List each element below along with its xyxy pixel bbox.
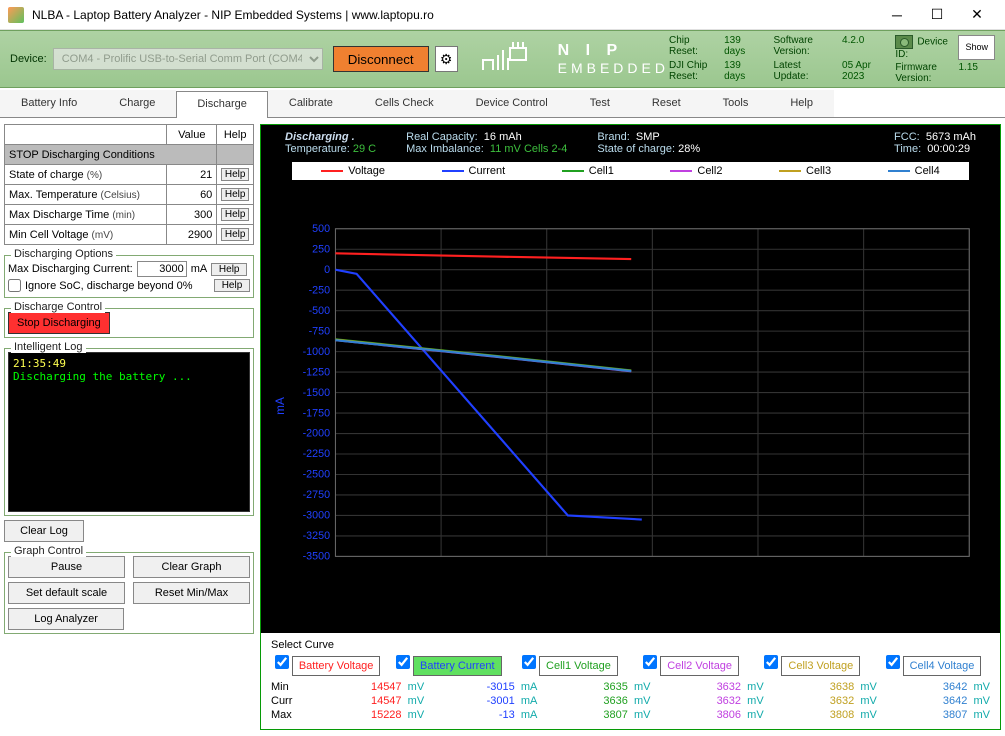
tab-charge[interactable]: Charge: [98, 90, 176, 117]
curve-button[interactable]: Cell4 Voltage: [903, 656, 982, 676]
app-icon: [8, 7, 24, 23]
svg-text:250: 250: [312, 243, 330, 255]
show-device-id-button[interactable]: Show: [958, 35, 995, 60]
window-title: NLBA - Laptop Battery Analyzer - NIP Emb…: [32, 8, 877, 22]
maximize-button[interactable]: ☐: [917, 1, 957, 29]
chart-legend: VoltageCurrentCell1Cell2Cell3Cell4: [291, 161, 970, 181]
max-discharge-current-input[interactable]: [137, 261, 187, 277]
svg-text:-2250: -2250: [303, 448, 330, 460]
svg-text:-2750: -2750: [303, 489, 330, 501]
svg-text:-2000: -2000: [303, 428, 330, 440]
svg-text:mA: mA: [273, 397, 287, 415]
device-select[interactable]: COM4 - Prolific USB-to-Serial Comm Port …: [53, 48, 323, 70]
tabbar: Battery InfoChargeDischargeCalibrateCell…: [0, 90, 1005, 118]
settings-gear-button[interactable]: ⚙: [435, 46, 458, 72]
svg-text:500: 500: [312, 223, 330, 235]
tab-reset[interactable]: Reset: [631, 90, 702, 117]
svg-text:-500: -500: [309, 305, 331, 317]
help-button[interactable]: Help: [221, 228, 249, 241]
svg-text:-3250: -3250: [303, 530, 330, 542]
svg-text:Time: Time: [645, 575, 671, 589]
curve-button[interactable]: Cell2 Voltage: [660, 656, 739, 676]
tab-cells-check[interactable]: Cells Check: [354, 90, 455, 117]
chart-header: Discharging . Temperature: 29 C Real Cap…: [261, 125, 1000, 159]
pause-button[interactable]: Pause: [8, 556, 125, 578]
svg-text:-1750: -1750: [303, 407, 330, 419]
minimize-button[interactable]: ─: [877, 1, 917, 29]
svg-text:60: 60: [963, 562, 975, 574]
ignore-soc-checkbox[interactable]: [8, 279, 21, 292]
close-button[interactable]: ✕: [957, 1, 997, 29]
svg-text:0: 0: [324, 264, 330, 276]
log-analyzer-button[interactable]: Log Analyzer: [8, 608, 124, 630]
device-label: Device:: [10, 53, 47, 65]
svg-text:-250: -250: [309, 284, 331, 296]
stop-discharging-button[interactable]: Stop Discharging: [8, 312, 110, 334]
help-button[interactable]: Help: [221, 188, 249, 201]
svg-text:30: 30: [646, 562, 658, 574]
curve-checkbox[interactable]: [764, 655, 778, 669]
curve-button[interactable]: Battery Current: [413, 656, 502, 676]
clear-log-button[interactable]: Clear Log: [4, 520, 84, 542]
disconnect-button[interactable]: Disconnect: [333, 46, 429, 72]
clear-graph-button[interactable]: Clear Graph: [133, 556, 250, 578]
curve-checkbox[interactable]: [275, 655, 289, 669]
svg-text:-1000: -1000: [303, 346, 330, 358]
curve-button[interactable]: Cell3 Voltage: [781, 656, 860, 676]
svg-text:-1250: -1250: [303, 366, 330, 378]
tab-battery-info[interactable]: Battery Info: [0, 90, 98, 117]
tab-calibrate[interactable]: Calibrate: [268, 90, 354, 117]
log-area: 21:35:49 Discharging the battery ...: [8, 352, 250, 512]
curve-checkbox[interactable]: [522, 655, 536, 669]
tab-discharge[interactable]: Discharge: [176, 91, 268, 118]
curve-checkbox[interactable]: [396, 655, 410, 669]
curve-button[interactable]: Battery Voltage: [292, 656, 381, 676]
logo: N I P EMBEDDED: [478, 40, 669, 78]
svg-text:10: 10: [435, 562, 447, 574]
camera-icon: [895, 35, 913, 49]
tab-device-control[interactable]: Device Control: [455, 90, 569, 117]
svg-text:-3000: -3000: [303, 510, 330, 522]
header-info: Chip Reset:139 days DJI Chip Reset:139 d…: [669, 35, 995, 84]
set-default-scale-button[interactable]: Set default scale: [8, 582, 125, 604]
svg-text:50: 50: [858, 562, 870, 574]
svg-text:-3500: -3500: [303, 551, 330, 563]
reset-minmax-button[interactable]: Reset Min/Max: [133, 582, 250, 604]
help-button[interactable]: Help: [221, 168, 249, 181]
curve-button[interactable]: Cell1 Voltage: [539, 656, 618, 676]
tab-test[interactable]: Test: [569, 90, 631, 117]
help-button[interactable]: Help: [211, 263, 247, 276]
svg-text:-1500: -1500: [303, 387, 330, 399]
svg-text:-2500: -2500: [303, 469, 330, 481]
svg-text:-750: -750: [309, 325, 331, 337]
chart-plot: 500 250 0 -250 -500 -750 -1000 -1250 -1500 -1750 -…: [271, 187, 980, 625]
help-button[interactable]: Help: [214, 279, 250, 292]
curve-checkbox[interactable]: [886, 655, 900, 669]
conditions-table: ValueHelp STOP Discharging Conditions St…: [4, 124, 254, 245]
curve-checkbox[interactable]: [643, 655, 657, 669]
help-button[interactable]: Help: [221, 208, 249, 221]
svg-text:20: 20: [541, 562, 553, 574]
tab-tools[interactable]: Tools: [702, 90, 770, 117]
tab-help[interactable]: Help: [769, 90, 834, 117]
svg-text:40: 40: [752, 562, 764, 574]
